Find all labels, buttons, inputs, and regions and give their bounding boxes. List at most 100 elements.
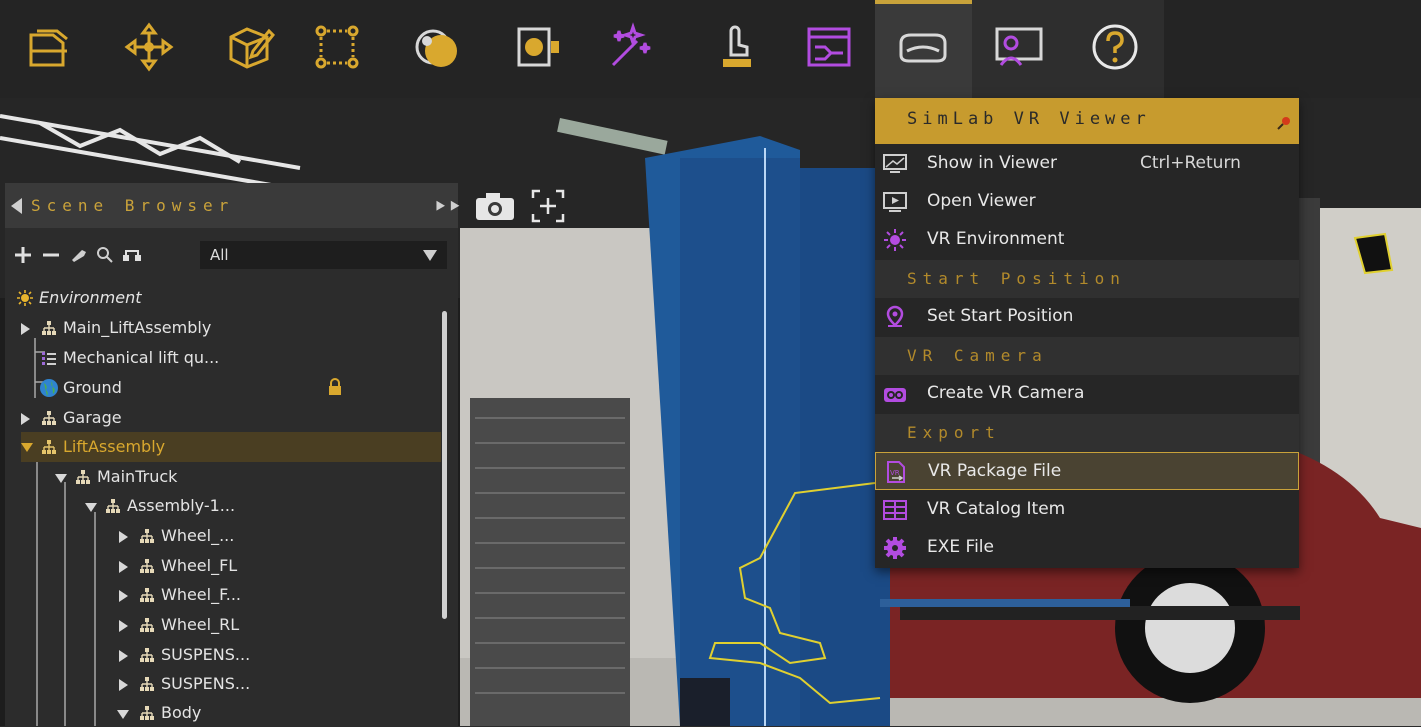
expand-arrow-icon[interactable] <box>119 531 128 543</box>
play-screen-icon <box>883 192 907 212</box>
expand-arrow-icon[interactable] <box>119 650 128 662</box>
vr-catalog-item[interactable]: VR Catalog Item <box>875 491 1299 529</box>
open-file-button[interactable] <box>16 14 82 80</box>
hierarchy-icon <box>76 470 90 484</box>
scene-browser-panel: Scene Browser ⯈⯈ All Environment Main_Li… <box>5 183 462 727</box>
help-icon <box>1092 24 1138 70</box>
collapse-arrow-icon[interactable] <box>55 474 67 483</box>
transform-icon <box>124 22 174 72</box>
tree-item-mechanical-lift[interactable]: Mechanical lift qu... <box>5 344 435 372</box>
frame-selection-icon <box>531 189 565 223</box>
tree-item-label: SUSPENS... <box>161 645 251 664</box>
tree-item-environment[interactable]: Environment <box>5 284 435 312</box>
search-icon[interactable] <box>95 245 115 265</box>
vr-viewer-menu: SimLab VR Viewer Show in Viewer Ctrl+Ret… <box>875 98 1299 568</box>
selection-box-icon <box>315 25 359 69</box>
create-vr-camera-item[interactable]: Create VR Camera <box>875 375 1299 413</box>
hierarchy-icon <box>140 677 154 691</box>
help-button[interactable] <box>1082 14 1148 80</box>
transform-button[interactable] <box>116 14 182 80</box>
tree-item-suspension[interactable]: SUSPENS... <box>5 641 435 669</box>
tree-item-label: Garage <box>63 408 122 427</box>
tree-item-ground[interactable]: Ground <box>5 374 435 402</box>
menu-item-label: EXE File <box>927 537 994 557</box>
lock-icon[interactable] <box>328 378 342 396</box>
tree-item-wheel-fl[interactable]: Wheel_FL <box>5 552 435 580</box>
tree-item-label: Wheel_FL <box>161 556 238 575</box>
presentation-button[interactable] <box>986 14 1052 80</box>
hierarchy-icon <box>140 559 154 573</box>
vr-camera-icon <box>884 388 906 402</box>
expand-right-icon[interactable]: ⯈⯈ <box>433 197 462 218</box>
show-in-viewer-item[interactable]: Show in Viewer Ctrl+Return <box>875 145 1299 183</box>
vr-viewer-button[interactable] <box>890 14 956 80</box>
globe-icon <box>40 379 58 397</box>
scene-filter-dropdown[interactable]: All <box>200 241 447 269</box>
tree-item-liftassembly[interactable]: LiftAssembly <box>21 432 441 462</box>
materials-button[interactable] <box>404 14 470 80</box>
tree-item-body[interactable]: Body <box>5 699 435 727</box>
interaction-button[interactable] <box>704 14 770 80</box>
tree-item-wheel-rl[interactable]: Wheel_RL <box>5 611 435 639</box>
render-icon <box>517 27 559 67</box>
collapse-arrow-icon[interactable] <box>117 710 129 719</box>
tree-item-label: Wheel_F... <box>161 585 241 604</box>
menu-item-label: Show in Viewer <box>927 153 1057 173</box>
add-icon[interactable] <box>13 245 33 265</box>
edit-object-button[interactable] <box>216 14 282 80</box>
hierarchy-icon <box>106 499 120 513</box>
selection-button[interactable] <box>304 14 370 80</box>
collapse-arrow-icon[interactable] <box>21 443 33 452</box>
tree-item-wheel[interactable]: Wheel_... <box>5 522 435 550</box>
tree-item-label: Wheel_... <box>161 526 235 545</box>
menu-item-label: Open Viewer <box>927 191 1036 211</box>
open-file-icon <box>29 29 68 67</box>
set-start-position-item[interactable]: Set Start Position <box>875 298 1299 336</box>
monitor-icon <box>883 154 907 173</box>
section-start-position: Start Position <box>875 260 1299 298</box>
scene-browser-header: Scene Browser ⯈⯈ <box>5 183 462 228</box>
menu-item-label: VR Environment <box>927 229 1065 249</box>
scene-browser-title: Scene Browser <box>31 196 235 215</box>
collapse-arrow-icon[interactable] <box>85 503 97 512</box>
tag-icon[interactable] <box>69 245 89 265</box>
expand-arrow-icon[interactable] <box>119 590 128 602</box>
tree-item-suspension[interactable]: SUSPENS... <box>5 670 435 698</box>
tree-item-assembly[interactable]: Assembly-1... <box>5 492 435 520</box>
tree-item-main-liftassembly[interactable]: Main_LiftAssembly <box>5 314 435 342</box>
render-button[interactable] <box>504 14 570 80</box>
tree-item-label: Main_LiftAssembly <box>63 318 212 337</box>
list-icon <box>42 352 56 365</box>
tree-item-wheel-f[interactable]: Wheel_F... <box>5 581 435 609</box>
vr-headset-icon <box>899 33 947 63</box>
tree-item-label: Ground <box>63 378 122 397</box>
hierarchy-icon <box>42 440 56 454</box>
hierarchy-view-icon[interactable] <box>121 245 143 265</box>
vr-package-file-item[interactable]: VR VR Package File <box>875 452 1299 490</box>
vr-package-icon: VR <box>887 461 905 483</box>
menu-item-label: VR Package File <box>928 461 1062 481</box>
tree-item-garage[interactable]: Garage <box>5 404 435 432</box>
tree-item-label: Assembly-1... <box>127 496 236 515</box>
open-viewer-item[interactable]: Open Viewer <box>875 183 1299 221</box>
remove-icon[interactable] <box>41 245 61 265</box>
edit-object-icon <box>229 27 275 69</box>
vr-environment-item[interactable]: VR Environment <box>875 221 1299 259</box>
tree-item-label: Wheel_RL <box>161 615 240 634</box>
tree-item-label: Mechanical lift qu... <box>63 348 220 367</box>
exe-file-item[interactable]: EXE File <box>875 529 1299 567</box>
collapse-left-icon[interactable] <box>11 198 22 214</box>
pin-icon[interactable] <box>1277 116 1291 130</box>
expand-arrow-icon[interactable] <box>119 679 128 691</box>
effects-button[interactable] <box>596 14 662 80</box>
scene-states-button[interactable] <box>796 14 862 80</box>
tree-item-maintruck[interactable]: MainTruck <box>5 463 435 491</box>
expand-arrow-icon[interactable] <box>21 323 30 335</box>
scene-filter-value: All <box>210 246 229 264</box>
expand-arrow-icon[interactable] <box>21 413 30 425</box>
expand-arrow-icon[interactable] <box>119 620 128 632</box>
tree-item-label: Body <box>161 703 202 722</box>
hierarchy-icon <box>140 529 154 543</box>
scene-browser-scrollbar[interactable] <box>442 311 447 619</box>
expand-arrow-icon[interactable] <box>119 561 128 573</box>
